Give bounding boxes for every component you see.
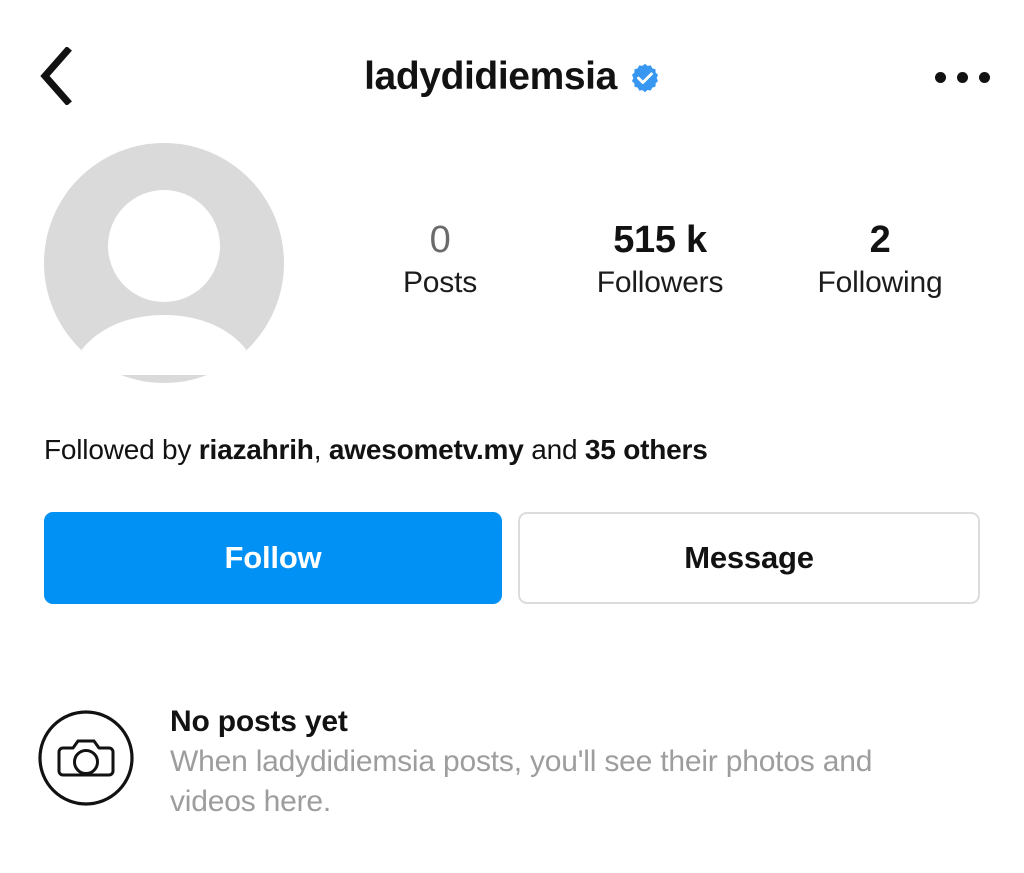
stat-followers[interactable]: 515 k Followers bbox=[550, 218, 770, 302]
followed-by-text[interactable]: Followed by riazahrih, awesometv.my and … bbox=[44, 432, 984, 467]
profile-header: ladydidiemsia bbox=[0, 0, 1024, 130]
profile-stats: 0 Posts 515 k Followers 2 Following bbox=[330, 218, 990, 302]
stat-posts-label: Posts bbox=[402, 265, 478, 299]
followed-by-others-count[interactable]: 35 others bbox=[585, 434, 708, 465]
page-title: ladydidiemsia bbox=[364, 54, 617, 98]
stat-followers-value: 515 k bbox=[613, 219, 707, 261]
message-button[interactable]: Message bbox=[518, 512, 980, 604]
camera-circle-icon bbox=[36, 708, 136, 808]
followed-by-user-two[interactable]: awesometv.my bbox=[329, 434, 524, 465]
follow-button[interactable]: Follow bbox=[44, 512, 502, 604]
default-avatar-person-icon bbox=[44, 143, 284, 383]
more-options-icon-dot bbox=[934, 71, 946, 83]
stat-following-label: Following bbox=[817, 265, 943, 299]
no-posts-empty-state: No posts yet When ladydidiemsia posts, y… bbox=[36, 700, 996, 823]
avatar[interactable] bbox=[44, 143, 284, 383]
stat-posts-value: 0 bbox=[429, 219, 451, 261]
followed-by-user-one[interactable]: riazahrih bbox=[199, 434, 314, 465]
stat-following[interactable]: 2 Following bbox=[770, 218, 990, 302]
empty-state-text: No posts yet When ladydidiemsia posts, y… bbox=[170, 700, 960, 823]
stat-following-value: 2 bbox=[869, 219, 891, 261]
followed-by-prefix: Followed by bbox=[44, 434, 199, 465]
followed-by-conjunction: and bbox=[523, 434, 585, 465]
stat-followers-label: Followers bbox=[596, 265, 724, 299]
more-options-button[interactable] bbox=[928, 48, 996, 106]
instagram-profile-screen: ladydidiemsia 0 Posts 515 k Followers 2 … bbox=[0, 0, 1024, 873]
verified-badge-icon bbox=[630, 63, 660, 93]
empty-state-description: When ladydidiemsia posts, you'll see the… bbox=[170, 744, 873, 819]
stat-posts[interactable]: 0 Posts bbox=[330, 218, 550, 302]
more-options-icon-dot bbox=[978, 71, 990, 83]
profile-action-buttons: Follow Message bbox=[44, 512, 980, 604]
profile-summary-row: 0 Posts 515 k Followers 2 Following bbox=[0, 138, 1024, 396]
username-container: ladydidiemsia bbox=[0, 45, 1024, 107]
empty-state-title: No posts yet bbox=[170, 705, 348, 738]
more-options-icon-dot bbox=[956, 71, 968, 83]
followed-by-separator: , bbox=[313, 434, 329, 465]
